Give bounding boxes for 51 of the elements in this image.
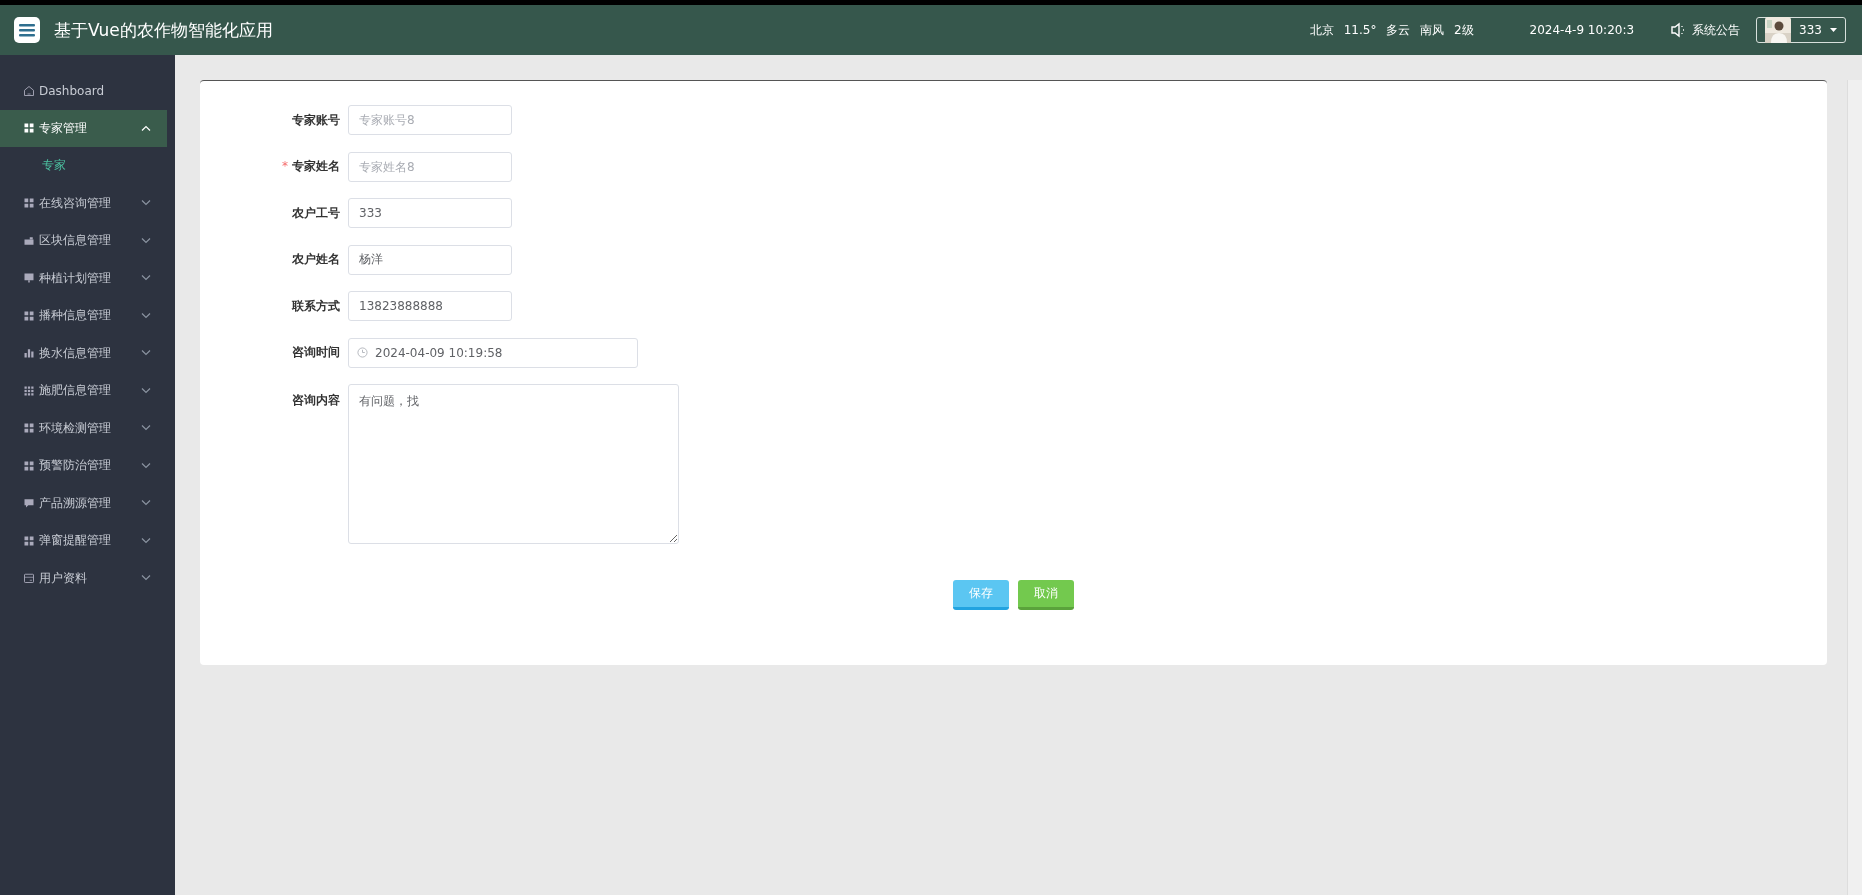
menu-icon[interactable] xyxy=(14,17,40,43)
sidebar-item[interactable]: 施肥信息管理 xyxy=(0,372,167,410)
text-area[interactable]: 有问题，找 xyxy=(348,384,679,544)
sidebar-item[interactable]: 种植计划管理 xyxy=(0,259,167,297)
submenu-item[interactable]: 专家 xyxy=(0,147,175,185)
sidebar-item[interactable]: 播种信息管理 xyxy=(0,297,167,335)
datetime-text: 2024-4-9 10:20:3 xyxy=(1529,23,1635,37)
weather-text: 北京 11.5° 多云 南风 2级 xyxy=(1309,21,1474,39)
sidebar-item[interactable]: 在线咨询管理 xyxy=(0,184,167,222)
sidebar-item[interactable]: 专家管理 xyxy=(0,109,167,147)
speaker-icon[interactable] xyxy=(1670,22,1687,38)
grid-icon xyxy=(23,197,35,210)
date-time-field[interactable]: 2024-04-09 10:19:58 xyxy=(348,337,638,368)
briefcase-icon xyxy=(23,234,35,247)
sidebar-item[interactable]: Dashboard xyxy=(0,72,167,110)
home-icon xyxy=(23,84,35,97)
grid-icon xyxy=(23,122,35,135)
user-menu-button[interactable]: 333 xyxy=(1756,17,1846,43)
field-label: 联系方式 xyxy=(292,298,340,313)
field-label: 咨询时间 xyxy=(292,345,340,359)
grid-icon xyxy=(23,534,35,547)
grid-icon xyxy=(23,384,35,397)
card-icon xyxy=(23,572,35,585)
field-label: 专家账号 xyxy=(292,112,340,127)
monitor-icon xyxy=(23,272,35,285)
grid-icon xyxy=(23,309,35,322)
sidebar-item[interactable]: 用户资料 xyxy=(0,559,167,597)
field-label: 专家姓名 xyxy=(292,159,340,173)
sidebar-item[interactable]: 环境检测管理 xyxy=(0,409,167,447)
input-field[interactable]: 专家姓名8 xyxy=(348,151,512,182)
field-label: 农户工号 xyxy=(292,205,340,220)
chat-icon xyxy=(23,497,35,510)
grid-icon xyxy=(23,459,35,472)
sidebar-item[interactable]: 换水信息管理 xyxy=(0,334,167,372)
sidebar-item[interactable]: 弹窗提醒管理 xyxy=(0,522,167,560)
app-title: 基于Vue的农作物智能化应用 xyxy=(54,18,274,42)
field-label: 农户姓名 xyxy=(292,252,340,266)
sidebar-item[interactable]: 产品溯源管理 xyxy=(0,484,167,522)
required-mark: * xyxy=(282,159,288,173)
sidebar-item[interactable]: 预警防治管理 xyxy=(0,447,167,485)
input-field[interactable]: 333 xyxy=(348,198,512,228)
input-field[interactable]: 杨洋 xyxy=(348,244,512,275)
caret-icon xyxy=(1830,28,1837,32)
clock-icon xyxy=(357,347,368,358)
input-field[interactable]: 专家账号8 xyxy=(348,105,512,135)
grid-icon xyxy=(23,422,35,435)
sidebar-item[interactable]: 区块信息管理 xyxy=(0,222,167,260)
notice-link[interactable]: 系统公告 xyxy=(1692,21,1741,39)
field-label: 咨询内容 xyxy=(292,393,340,407)
bar-chart-icon xyxy=(23,347,35,360)
input-field[interactable]: 13823888888 xyxy=(348,291,512,321)
